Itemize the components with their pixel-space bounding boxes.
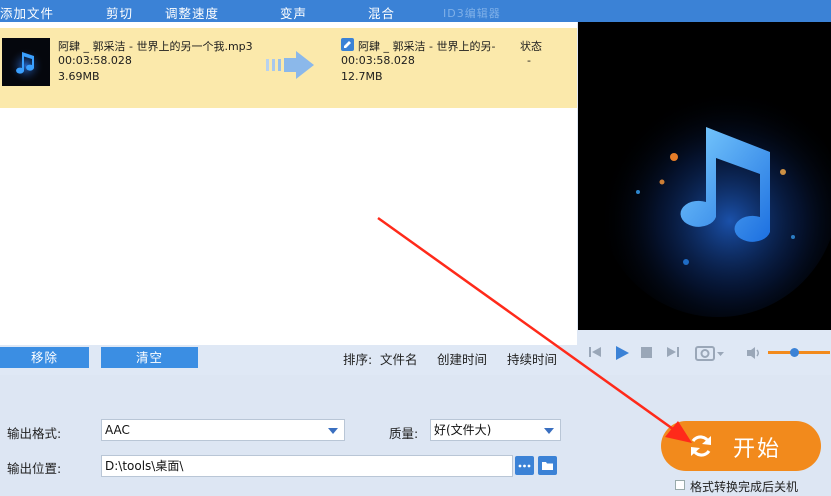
folder-icon — [542, 462, 553, 470]
volume-slider[interactable] — [768, 348, 830, 357]
source-duration: 00:03:58.028 — [58, 54, 132, 67]
open-folder-button[interactable] — [538, 456, 557, 475]
convert-arrow-icon — [266, 51, 314, 79]
output-filename: 阿肆 _ 郭采洁 - 世界上的另- — [358, 40, 496, 53]
sort-by-duration[interactable]: 持续时间 — [507, 349, 557, 368]
id3-editor-button[interactable]: ID3编辑器 — [443, 5, 501, 21]
format-value: AAC — [105, 423, 130, 437]
source-size: 3.69MB — [58, 70, 100, 83]
sort-by-name[interactable]: 文件名 — [380, 349, 418, 368]
format-label: 输出格式: — [7, 426, 62, 441]
prev-icon[interactable] — [588, 345, 602, 359]
quality-select[interactable]: 好(文件大) — [430, 419, 561, 441]
output-size: 12.7MB — [341, 70, 383, 83]
next-icon[interactable] — [666, 345, 680, 359]
play-icon[interactable] — [614, 345, 630, 361]
preview-panel — [578, 22, 831, 330]
quality-label: 质量: — [389, 426, 419, 441]
file-row[interactable]: 阿肆 _ 郭采洁 - 世界上的另一个我.mp3 00:03:58.028 3.6… — [0, 28, 577, 108]
cut-button[interactable]: 剪切 — [106, 3, 133, 22]
voice-change-button[interactable]: 变声 — [280, 3, 307, 22]
shutdown-label: 格式转换完成后关机 — [690, 480, 799, 494]
output-duration: 00:03:58.028 — [341, 54, 415, 67]
add-file-button[interactable]: 添加文件 — [0, 3, 54, 22]
start-button[interactable]: 开始 — [661, 421, 821, 471]
adjust-speed-button[interactable]: 调整速度 — [165, 3, 219, 22]
chevron-down-icon — [328, 428, 338, 434]
clear-button[interactable]: 清空 — [101, 347, 198, 368]
volume-icon[interactable] — [746, 346, 762, 360]
edit-icon[interactable] — [341, 38, 354, 51]
music-note-artwork-icon — [578, 22, 831, 330]
shutdown-checkbox[interactable] — [675, 480, 685, 490]
snapshot-icon[interactable] — [695, 344, 725, 361]
remove-button[interactable]: 移除 — [0, 347, 89, 368]
mix-button[interactable]: 混合 — [368, 3, 395, 22]
output-location-field[interactable]: D:\tools\桌面\ — [101, 455, 513, 477]
source-filename: 阿肆 _ 郭采洁 - 世界上的另一个我.mp3 — [58, 40, 253, 53]
status-label: 状态 — [520, 40, 542, 53]
music-thumbnail-icon — [2, 38, 50, 86]
format-select[interactable]: AAC — [101, 419, 345, 441]
refresh-icon — [691, 435, 711, 457]
app-window: 添加文件 剪切 调整速度 变声 混合 ID3编辑器 阿肆 _ 郭采洁 - 世界上… — [0, 0, 831, 496]
sort-label: 排序: — [343, 352, 373, 367]
browse-more-button[interactable] — [515, 456, 534, 475]
status-value: - — [527, 54, 531, 67]
quality-value: 好(文件大) — [434, 423, 492, 437]
output-location-value: D:\tools\桌面\ — [105, 459, 184, 473]
file-list: 阿肆 _ 郭采洁 - 世界上的另一个我.mp3 00:03:58.028 3.6… — [0, 22, 577, 345]
location-label: 输出位置: — [7, 461, 62, 476]
more-icon — [518, 464, 531, 468]
stop-icon[interactable] — [641, 347, 652, 358]
chevron-down-icon — [544, 428, 554, 434]
start-label: 开始 — [733, 437, 782, 462]
sort-by-created[interactable]: 创建时间 — [437, 349, 487, 368]
toolbar: 添加文件 剪切 调整速度 变声 混合 ID3编辑器 — [0, 0, 831, 22]
